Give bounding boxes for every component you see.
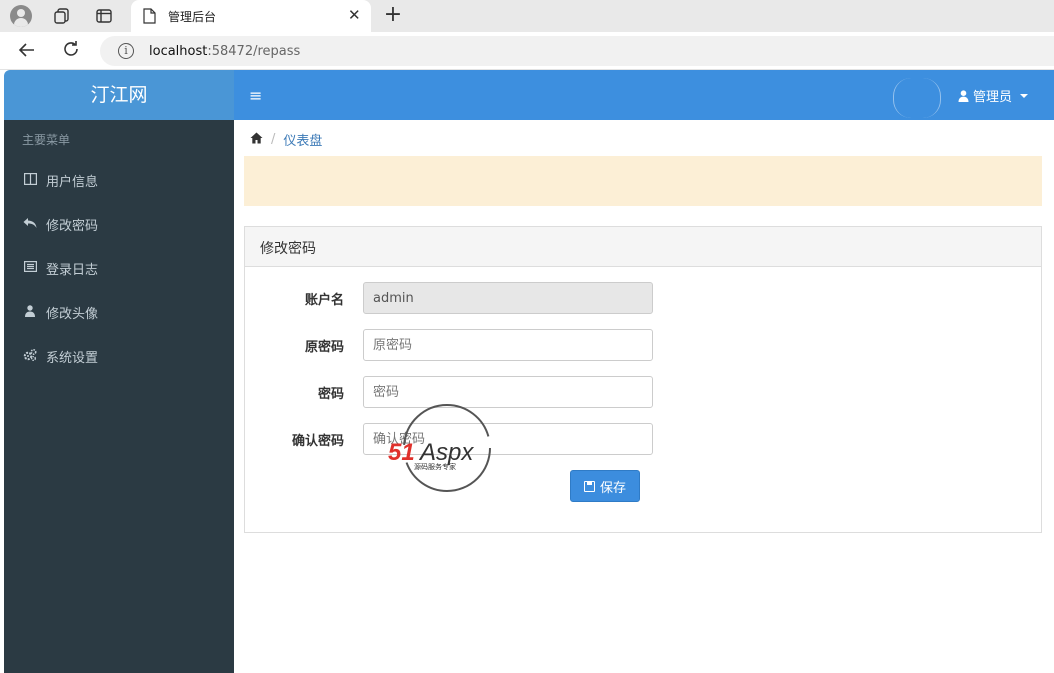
sidebar-item-login-log[interactable]: 登录日志: [4, 246, 234, 290]
sidebar-item-label: 修改密码: [46, 218, 99, 234]
navbar-divider: [893, 78, 941, 118]
address-bar: i localhost:58472/repass: [0, 32, 1054, 70]
url-field[interactable]: i localhost:58472/repass: [100, 36, 1054, 66]
confirm-password-field[interactable]: [363, 423, 653, 455]
browser-tab-bar: 管理后台 ✕ +: [0, 0, 1054, 32]
browser-tab[interactable]: 管理后台 ✕: [131, 0, 371, 32]
sidebar-item-user-info[interactable]: 用户信息: [4, 158, 234, 202]
reload-icon[interactable]: [61, 39, 81, 64]
save-button[interactable]: 保存: [570, 470, 640, 502]
breadcrumb-separator: /: [271, 132, 276, 147]
cogs-icon: [22, 348, 38, 364]
caret-down-icon: [1020, 93, 1029, 98]
form-row-account: 账户名: [245, 282, 1043, 314]
user-icon: [958, 89, 969, 102]
info-icon[interactable]: i: [118, 43, 134, 59]
sidebar-toggle-icon[interactable]: ≡: [249, 86, 262, 105]
old-password-label: 原密码: [304, 340, 344, 355]
sidebar: 主要菜单 用户信息 修改密码 登录日志 修改头像 系统设置: [4, 120, 234, 673]
reply-all-icon: [22, 217, 38, 232]
change-password-panel: 修改密码 账户名 原密码 密码 确认密码 保存: [244, 226, 1042, 533]
account-label: 账户名: [304, 293, 344, 308]
alert-banner: [244, 156, 1042, 206]
sidebar-item-change-password[interactable]: 修改密码: [4, 202, 234, 246]
new-password-field[interactable]: [363, 376, 653, 408]
sidebar-item-label: 用户信息: [46, 174, 99, 190]
confirm-password-label: 确认密码: [291, 434, 344, 449]
form-row-old-password: 原密码: [245, 329, 1043, 361]
user-name: 管理员: [973, 90, 1013, 105]
form-row-new-password: 密码: [245, 376, 1043, 408]
sidebar-item-label: 系统设置: [46, 350, 99, 366]
new-tab-button[interactable]: +: [383, 3, 403, 27]
main-content: / 仪表盘 修改密码 账户名 原密码 密码 确认密码: [234, 120, 1054, 673]
sidebar-item-label: 修改头像: [46, 306, 99, 322]
close-tab-icon[interactable]: ✕: [348, 6, 361, 24]
sidebar-item-label: 登录日志: [46, 262, 99, 278]
top-navbar: ≡ 管理员: [234, 70, 1054, 120]
old-password-field[interactable]: [363, 329, 653, 361]
profile-icon[interactable]: [9, 4, 33, 28]
list-alt-icon: [22, 261, 38, 275]
tab-title: 管理后台: [168, 10, 217, 24]
save-icon: [583, 480, 595, 492]
admin-app: 汀江网 ≡ 管理员 主要菜单 用户信息 修改密码 登录日志 修改头像 系统设置 …: [4, 70, 1054, 673]
workspaces-icon[interactable]: [50, 4, 74, 28]
new-password-label: 密码: [317, 387, 344, 402]
breadcrumb: / 仪表盘: [250, 130, 322, 149]
panel-title: 修改密码: [245, 227, 1041, 267]
form-row-confirm-password: 确认密码: [245, 423, 1043, 455]
brand-logo[interactable]: 汀江网: [4, 70, 234, 120]
sidebar-item-system-settings[interactable]: 系统设置: [4, 334, 234, 378]
user-icon: [22, 304, 38, 320]
page-icon: [143, 8, 156, 28]
url-text: localhost:58472/repass: [149, 44, 301, 59]
sidebar-header: 主要菜单: [22, 133, 71, 147]
back-icon[interactable]: [17, 40, 37, 65]
save-label: 保存: [599, 480, 626, 496]
user-dropdown[interactable]: 管理员: [958, 86, 1029, 105]
home-icon[interactable]: [250, 132, 263, 148]
breadcrumb-dashboard-link[interactable]: 仪表盘: [283, 130, 322, 149]
account-field[interactable]: [363, 282, 653, 314]
tab-actions-icon[interactable]: [92, 4, 116, 28]
columns-icon: [22, 172, 38, 188]
sidebar-item-change-avatar[interactable]: 修改头像: [4, 290, 234, 334]
